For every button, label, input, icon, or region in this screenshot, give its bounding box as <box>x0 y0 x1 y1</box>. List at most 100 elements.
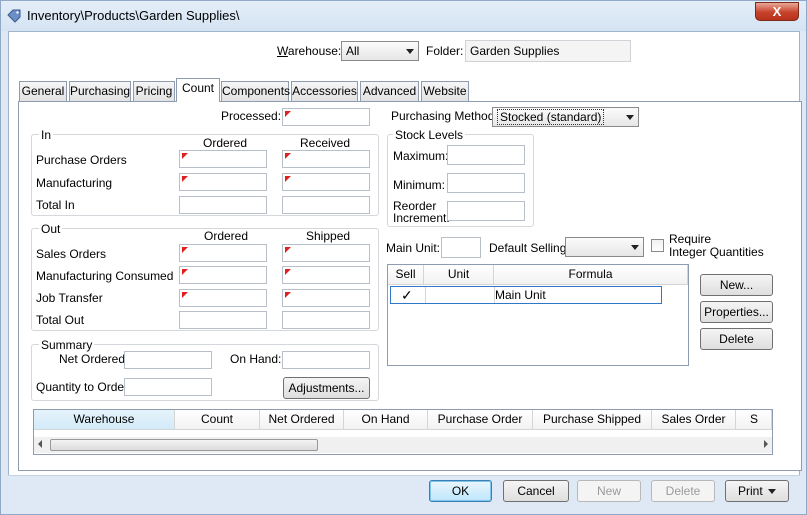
quantity-to-order-field[interactable] <box>124 378 212 396</box>
ok-button[interactable]: OK <box>429 480 492 502</box>
maximum-field[interactable] <box>447 145 525 165</box>
sell-column-header[interactable]: Sell <box>388 265 424 285</box>
print-button-label: Print <box>738 484 763 498</box>
unit-cell <box>425 287 495 303</box>
horizontal-scrollbar[interactable] <box>34 437 772 453</box>
delete-unit-button[interactable]: Delete <box>700 328 773 350</box>
folder-value: Garden Supplies <box>470 44 560 58</box>
net-ordered-field[interactable] <box>124 351 212 369</box>
total-in-ordered-field[interactable] <box>179 196 267 214</box>
tab-advanced[interactable]: Advanced <box>360 81 419 101</box>
close-button[interactable]: X <box>755 2 799 21</box>
minimum-field[interactable] <box>447 173 525 193</box>
stock-levels-title: Stock Levels <box>393 128 466 142</box>
net-ordered-label: Net Ordered: <box>59 352 129 366</box>
maximum-label: Maximum: <box>393 149 449 163</box>
main-unit-label: Main Unit: <box>386 241 441 255</box>
manufacturing-consumed-shipped-field[interactable] <box>282 266 370 284</box>
s-column-header[interactable]: S <box>736 410 772 430</box>
print-button[interactable]: Print <box>725 480 789 502</box>
total-out-shipped-field[interactable] <box>282 311 370 329</box>
warehouse-select-value: All <box>346 44 360 58</box>
sales-order-column-header[interactable]: Sales Order <box>652 410 736 430</box>
tab-components[interactable]: Components <box>221 81 290 101</box>
tab-accessories[interactable]: Accessories <box>291 81 358 101</box>
warehouse-select[interactable]: All <box>341 41 419 61</box>
summary-group-title: Summary <box>39 338 95 352</box>
total-in-label: Total In <box>36 198 75 212</box>
in-received-header: Received <box>300 136 351 150</box>
scrollbar-thumb[interactable] <box>50 439 318 451</box>
total-out-label: Total Out <box>36 313 85 327</box>
scroll-left-icon[interactable] <box>38 440 42 448</box>
cancel-button[interactable]: Cancel <box>503 480 569 502</box>
on-hand-column-header[interactable]: On Hand <box>344 410 428 430</box>
on-hand-field[interactable] <box>282 351 370 369</box>
tab-website[interactable]: Website <box>421 81 469 101</box>
warehouse-column-header[interactable]: Warehouse <box>34 410 175 430</box>
increment-label: Increment: <box>393 211 450 225</box>
adjustments-button[interactable]: Adjustments... <box>283 377 370 399</box>
delete-button[interactable]: Delete <box>651 480 715 502</box>
minimum-label: Minimum: <box>393 178 446 192</box>
default-selling-select[interactable] <box>565 237 644 257</box>
warehouse-label: Warehouse: <box>277 44 342 58</box>
out-ordered-header: Ordered <box>204 229 249 243</box>
manufacturing-consumed-ordered-field[interactable] <box>179 266 267 284</box>
chevron-down-icon <box>626 115 634 120</box>
purchasing-method-select[interactable]: Stocked (standard) <box>492 107 639 127</box>
tag-icon <box>7 9 21 23</box>
unit-column-header[interactable]: Unit <box>424 265 494 285</box>
job-transfer-ordered-field[interactable] <box>179 289 267 307</box>
out-group-title: Out <box>39 222 63 236</box>
folder-field: Garden Supplies <box>465 40 631 62</box>
net-ordered-column-header[interactable]: Net Ordered <box>260 410 344 430</box>
reorder-increment-field[interactable] <box>447 201 525 221</box>
new-unit-button[interactable]: New... <box>700 274 773 296</box>
title-bar: Inventory\Products\Garden Supplies\ X <box>1 1 806 31</box>
units-row[interactable]: ✓ Main Unit <box>390 286 662 304</box>
in-ordered-header: Ordered <box>203 136 248 150</box>
default-selling-label: Default Selling: <box>489 241 570 255</box>
window-title: Inventory\Products\Garden Supplies\ <box>27 8 240 23</box>
units-grid[interactable]: Sell Unit Formula ✓ Main Unit <box>387 264 689 366</box>
new-button[interactable]: New <box>577 480 641 502</box>
require-integer-checkbox[interactable] <box>651 239 664 252</box>
manufacturing-received-field[interactable] <box>282 173 370 191</box>
manufacturing-label: Manufacturing <box>36 176 113 190</box>
sales-orders-shipped-field[interactable] <box>282 244 370 262</box>
manufacturing-consumed-label: Manufacturing Consumed <box>36 269 174 283</box>
out-shipped-header: Shipped <box>306 229 351 243</box>
processed-field[interactable] <box>282 108 370 126</box>
purchase-orders-ordered-field[interactable] <box>179 150 267 168</box>
tab-general[interactable]: General <box>19 81 67 101</box>
purchasing-method-value: Stocked (standard) <box>497 109 605 125</box>
formula-column-header[interactable]: Formula <box>494 265 688 285</box>
unit-properties-button[interactable]: Properties... <box>700 301 773 323</box>
tab-pricing[interactable]: Pricing <box>133 81 175 101</box>
purchase-orders-received-field[interactable] <box>282 150 370 168</box>
purchase-order-column-header[interactable]: Purchase Order <box>428 410 533 430</box>
manufacturing-ordered-field[interactable] <box>179 173 267 191</box>
quantity-to-order-label: Quantity to Order: <box>36 380 132 394</box>
inventory-window: Inventory\Products\Garden Supplies\ X Wa… <box>0 0 807 515</box>
folder-label: Folder: <box>426 44 464 58</box>
tab-purchasing[interactable]: Purchasing <box>69 81 131 101</box>
scroll-right-icon[interactable] <box>764 440 768 448</box>
formula-cell: Main Unit <box>495 288 546 302</box>
processed-label: Processed: <box>221 109 282 123</box>
tab-count[interactable]: Count <box>176 78 220 102</box>
warehouse-grid[interactable]: Warehouse Count Net Ordered On Hand Purc… <box>33 409 773 455</box>
total-out-ordered-field[interactable] <box>179 311 267 329</box>
count-column-header[interactable]: Count <box>175 410 260 430</box>
chevron-down-icon <box>768 489 776 494</box>
job-transfer-shipped-field[interactable] <box>282 289 370 307</box>
purchase-orders-label: Purchase Orders <box>36 153 127 167</box>
sell-checkmark: ✓ <box>401 287 413 303</box>
warehouse-label-text: arehouse: <box>287 44 342 58</box>
main-unit-field[interactable] <box>441 237 481 258</box>
purchase-shipped-column-header[interactable]: Purchase Shipped <box>533 410 652 430</box>
integer-quantities-label: Integer Quantities <box>669 245 764 259</box>
total-in-received-field[interactable] <box>282 196 370 214</box>
sales-orders-ordered-field[interactable] <box>179 244 267 262</box>
